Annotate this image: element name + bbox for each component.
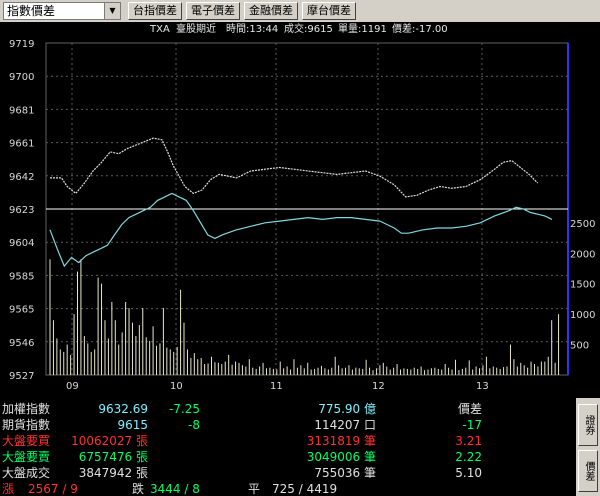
spread-readout: 價差:-17.00 (392, 24, 448, 35)
y-tick-label: 9623 (9, 205, 34, 216)
market-summary-panel: 加權指數 9632.69 -7.25 775.90 億價差 期貨指數 9615 -8 1142… (0, 395, 600, 496)
summary-cell: 9632.69 (98, 402, 148, 416)
y-tick-label: 9719 (9, 39, 34, 50)
y-tick-label: 9700 (9, 72, 34, 83)
electronics-spread-button[interactable]: 電子價差 (186, 2, 240, 20)
y-tick-label: 9585 (9, 271, 34, 282)
y-tick-label: 9565 (9, 305, 34, 316)
chevron-down-icon[interactable]: ▼ (104, 3, 120, 19)
summary-cell: 3.21 (455, 434, 482, 448)
x-tick-label: 12 (372, 381, 385, 392)
summary-cell: 3049006 筆 (306, 450, 376, 464)
summary-cell: 大盤要買 (2, 434, 51, 448)
breadth-down-value: 3444 / 8 (150, 482, 200, 496)
summary-cell: 3131819 筆 (306, 434, 376, 448)
x-tick-label: 10 (170, 381, 183, 392)
summary-cell: 價差 (457, 402, 482, 416)
summary-cell: -7.25 (168, 402, 200, 416)
summary-cell: 755036 筆 (314, 466, 376, 480)
y-tick-label: 9661 (9, 139, 34, 150)
quote-header: TXA 臺股期近 時間:13:44 成交:9615 單量:1191 價差:-17… (0, 22, 600, 37)
summary-cell: 9615 (117, 418, 148, 432)
summary-cell: 10062027 張 (71, 434, 148, 448)
symbol: TXA (150, 24, 170, 35)
summary-cell: 大盤要賣 (2, 450, 51, 464)
summary-cell: 大盤成交 (2, 466, 51, 480)
breadth-down-label: 跌 (132, 482, 145, 496)
y-tick-label: 9604 (9, 238, 34, 249)
y-tick-label: 9681 (9, 105, 34, 116)
y-tick-label: 9642 (9, 172, 34, 183)
breadth-up-label: 漲 (2, 482, 15, 496)
finance-spread-button[interactable]: 金融價差 (244, 2, 298, 20)
summary-cell: 2.22 (455, 450, 482, 464)
y-tick-label: 9527 (9, 371, 34, 382)
volume-tick-label: 1500 (570, 280, 595, 291)
msci-taiwan-spread-button[interactable]: 摩台價差 (302, 2, 356, 20)
summary-cell: 114207 口 (314, 418, 376, 432)
summary-cell: 5.10 (455, 466, 482, 480)
summary-cell: 加權指數 (2, 402, 51, 416)
spread-type-select[interactable]: 指數價差 ▼ (3, 2, 121, 20)
summary-cell: 期貨指數 (2, 418, 51, 432)
toolbar: 指數價差 ▼ 台指價差 電子價差 金融價差 摩台價差 (0, 0, 600, 22)
tab-spread[interactable]: 價差 (578, 450, 598, 492)
select-value: 指數價差 (7, 4, 56, 18)
breadth-flat-value: 725 / 4419 (272, 482, 338, 496)
chart-canvas: 9719 9700 9681 9661 9642 9623 9604 9585 9565 9546… (9, 39, 595, 392)
index-line (50, 137, 539, 198)
time-readout: 時間:13:44 (226, 24, 279, 35)
tab-securities[interactable]: 證券 (578, 404, 598, 446)
summary-row-taiex: 加權指數 9632.69 -7.25 775.90 億 價差 (0, 401, 568, 417)
volume-tick-label: 2000 (570, 249, 595, 260)
volume-readout: 單量:1191 (338, 24, 387, 35)
summary-row-market-ask: 大盤要賣 6757476 張 3049006 筆 2.22 (0, 449, 568, 465)
volume-tick-label: 2500 (570, 219, 595, 230)
summary-row-breadth: 漲 2567 / 9 跌 3444 / 8 平 725 / 4419 (0, 481, 568, 496)
summary-cell: 6757476 張 (78, 450, 148, 464)
y-tick-label: 9546 (9, 338, 34, 349)
x-tick-label: 13 (476, 381, 489, 392)
volume-tick-label: 1000 (570, 310, 595, 321)
summary-row-market-bid: 大盤要買 10062027 張 3131819 筆 3.21 (0, 433, 568, 449)
contract-title: 臺股期近 (176, 24, 216, 35)
side-tabs: 證券 價差 (576, 398, 600, 496)
summary-cell: 3847942 張 (78, 466, 148, 480)
summary-cell: 775.90 億 (318, 402, 376, 416)
x-tick-label: 09 (66, 381, 79, 392)
taiex-spread-button[interactable]: 台指價差 (128, 2, 182, 20)
volume-tick-label: 500 (570, 341, 589, 352)
x-tick-label: 11 (270, 381, 283, 392)
intraday-chart[interactable]: 9719 9700 9681 9661 9642 9623 9604 9585 9565 9546… (0, 37, 600, 395)
deal-readout: 成交:9615 (284, 24, 333, 35)
summary-cell: -17 (462, 418, 482, 432)
summary-cell: -8 (188, 418, 200, 432)
summary-row-market-deal: 大盤成交 3847942 張 755036 筆 5.10 (0, 465, 568, 481)
breadth-up-value: 2567 / 9 (28, 482, 78, 496)
futures-line (49, 192, 553, 268)
breadth-flat-label: 平 (248, 482, 261, 496)
summary-row-futures: 期貨指數 9615 -8 114207 口 -17 (0, 417, 568, 433)
